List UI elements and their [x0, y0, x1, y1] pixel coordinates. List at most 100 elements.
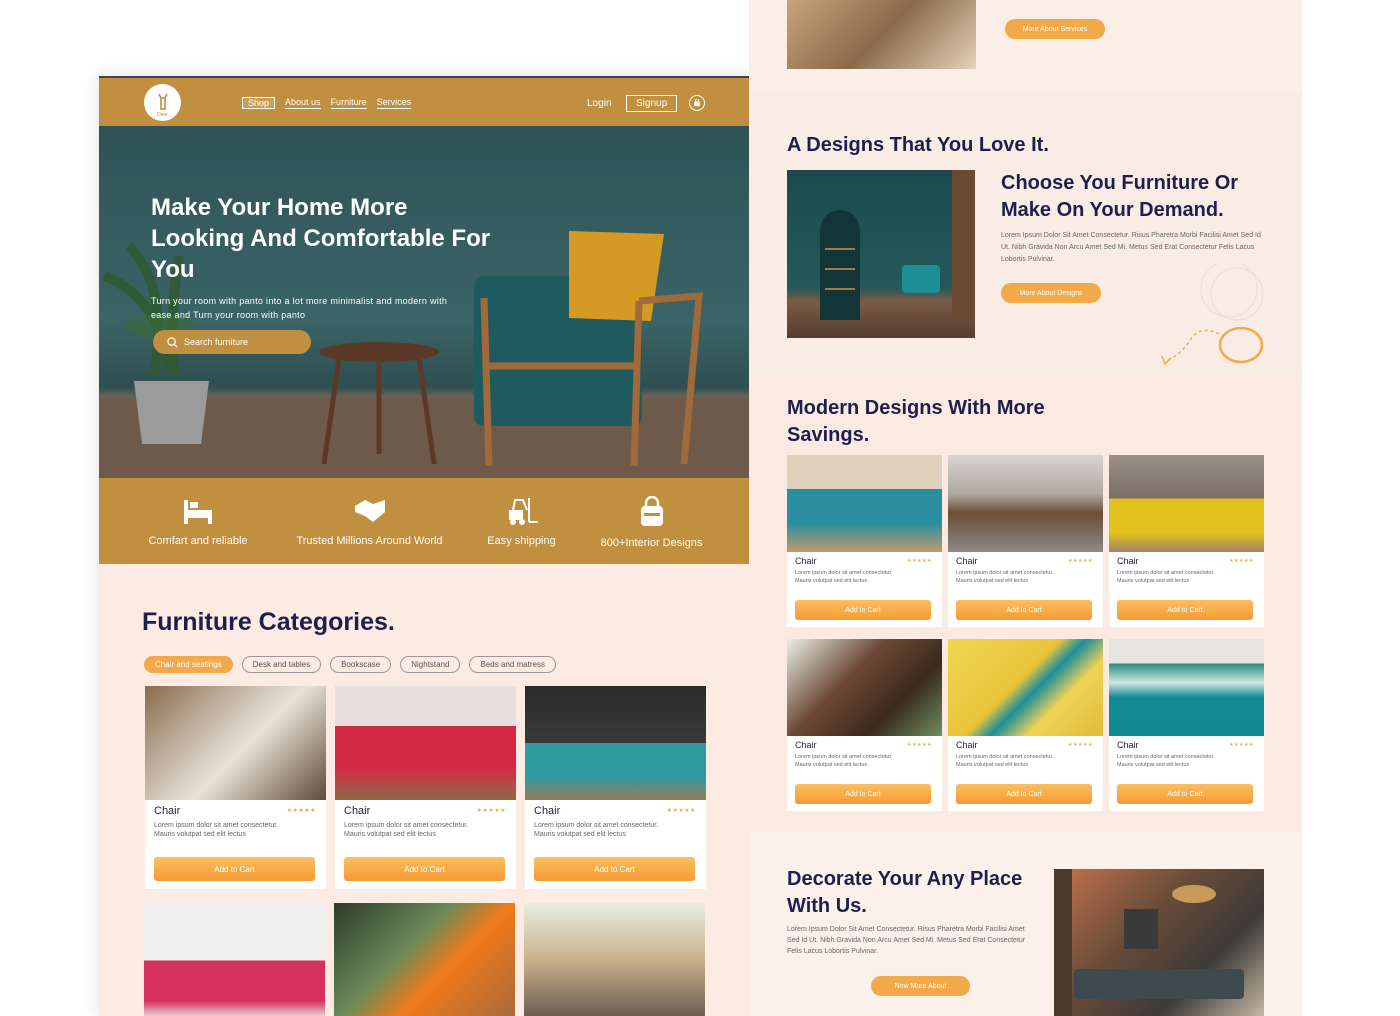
pill-beds-matress[interactable]: Beds and matress	[469, 656, 556, 673]
nav-link-services[interactable]: Services	[376, 97, 412, 109]
categories-title: Furniture Categories.	[142, 608, 395, 636]
product-card: Chair ★★★★★ Lorem ipsum dolor sit amet c…	[948, 455, 1103, 627]
add-to-cart-button[interactable]: Add to Cart	[1117, 784, 1253, 804]
decorate-image	[1054, 869, 1264, 1016]
nav-link-shop[interactable]: Shop	[242, 97, 276, 109]
navbar: Deer Shop About us Furniture Services Lo…	[99, 78, 752, 126]
product-description: Lorem ipsum dolor sit amet consectetur. …	[795, 754, 893, 768]
product-image	[948, 455, 1103, 552]
add-to-cart-button[interactable]: Add to Cart	[795, 600, 931, 620]
feature-shipping: Easy shipping	[479, 496, 564, 547]
designs-subheading: Choose You Furniture Or Make On Your Dem…	[1001, 172, 1239, 221]
product-description: Lorem ipsum dolor sit amet consectetur. …	[795, 570, 893, 584]
services-section: More About Services	[749, 0, 1302, 92]
rating-stars: ★★★★★	[476, 808, 506, 814]
product-image	[525, 686, 706, 800]
product-card: Chair ★★★★★ Lorem ipsum dolor sit amet c…	[335, 686, 516, 889]
add-to-cart-button[interactable]: Add to Cart	[956, 600, 1092, 620]
product-description: Lorem ipsum dolor sit amet consectetur. …	[1117, 754, 1215, 768]
product-description: Lorem ipsum dolor sit amet consectetur. …	[154, 822, 279, 838]
room-illustration	[820, 170, 975, 320]
product-card: Chair ★★★★★ Lorem ipsum dolor sit amet c…	[948, 639, 1103, 811]
product-name: Chair	[795, 556, 817, 566]
add-to-cart-button[interactable]: Add to Cart	[795, 784, 931, 804]
rating-stars: ★★★★★	[907, 742, 932, 748]
more-about-services-button[interactable]: More About Services	[1005, 19, 1105, 39]
product-image	[787, 639, 942, 736]
forklift-icon	[508, 498, 538, 525]
product-card: Chair ★★★★★ Lorem ipsum dolor sit amet c…	[787, 639, 942, 811]
pill-nightstand[interactable]: Nightstand	[400, 656, 461, 673]
category-filter: Chair and seatings Desk and tables Books…	[144, 656, 556, 673]
product-image[interactable]	[524, 903, 705, 1016]
product-name: Chair	[795, 740, 817, 750]
feature-designs: 800+Interior Designs	[594, 496, 709, 549]
signup-button[interactable]: Signup	[626, 95, 678, 112]
pill-bookcase[interactable]: Bookscase	[330, 656, 392, 673]
decorate-text: Lorem Ipsum Dolor Sit Amet Consectetur. …	[787, 926, 1026, 955]
add-to-cart-button[interactable]: Add to Cart	[534, 857, 695, 881]
product-image	[787, 455, 942, 552]
product-description: Lorem ipsum dolor sit amet consectetur. …	[1117, 570, 1215, 584]
rating-stars: ★★★★★	[1068, 558, 1093, 564]
product-name: Chair	[154, 805, 181, 817]
product-image[interactable]	[334, 903, 515, 1016]
product-image	[948, 639, 1103, 736]
search-icon	[167, 336, 178, 348]
bag-icon	[640, 496, 663, 526]
search-input[interactable]: Search furniture	[153, 330, 311, 354]
pill-desk-tables[interactable]: Desk and tables	[241, 656, 322, 673]
add-to-cart-button[interactable]: Add to Cart	[344, 857, 505, 881]
add-to-cart-button[interactable]: Add to Cart	[1117, 600, 1253, 620]
product-name: Chair	[956, 740, 978, 750]
deer-logo[interactable]: Deer	[144, 84, 181, 121]
rating-stars: ★★★★★	[907, 558, 932, 564]
rating-stars: ★★★★★	[666, 808, 696, 814]
decorative-arrow-doodle	[1161, 264, 1264, 366]
product-card: Chair ★★★★★ Lorem ipsum dolor sit amet c…	[787, 455, 942, 627]
rating-stars: ★★★★★	[286, 808, 316, 814]
designs-section: A Designs That You Love It. Choose You F…	[749, 92, 1302, 375]
add-to-cart-button[interactable]: Add to Cart	[956, 784, 1092, 804]
hero-title: Make Your Home More Looking And Comforta…	[151, 194, 491, 283]
product-name: Chair	[534, 805, 561, 817]
rating-stars: ★★★★★	[1229, 742, 1254, 748]
rating-stars: ★★★★★	[1229, 558, 1254, 564]
product-description: Lorem ipsum dolor sit amet consectetur. …	[956, 570, 1054, 584]
feature-label: Easy shipping	[487, 535, 556, 547]
pill-chair-seatings[interactable]: Chair and seatings	[144, 656, 233, 673]
login-link[interactable]: Login	[587, 98, 611, 109]
product-image	[145, 686, 326, 800]
feature-label: Comfart and reliable	[148, 535, 248, 547]
add-to-cart-button[interactable]: Add to Cart	[154, 857, 315, 881]
product-description: Lorem ipsum dolor sit amet consectetur. …	[956, 754, 1054, 768]
living-room-illustration	[1054, 869, 1244, 1016]
designs-image	[787, 170, 975, 338]
product-image[interactable]	[144, 903, 325, 1016]
product-image	[335, 686, 516, 800]
product-image	[1109, 639, 1264, 736]
now-more-about-button[interactable]: Now More About	[871, 976, 970, 996]
product-card: Chair ★★★★★ Lorem ipsum dolor sit amet c…	[145, 686, 326, 889]
landing-page-continued: More About Services A Designs That You L…	[749, 0, 1302, 1016]
logo-text: Deer	[157, 112, 168, 118]
product-name: Chair	[1117, 556, 1139, 566]
designs-heading: A Designs That You Love It.	[787, 134, 1049, 156]
designs-text: Lorem Ipsum Dolor Sit Amet Consectetur. …	[1001, 232, 1261, 263]
nav-links: Shop About us Furniture Services	[242, 97, 412, 109]
bed-icon	[184, 500, 212, 524]
nav-link-furniture[interactable]: Furniture	[330, 97, 367, 109]
hero-subtitle: Turn your room with panto into a lot mor…	[151, 296, 448, 320]
nav-link-about[interactable]: About us	[285, 97, 321, 109]
product-name: Chair	[1117, 740, 1139, 750]
more-about-designs-button[interactable]: More About Designs	[1001, 283, 1101, 303]
modern-designs-title: Modern Designs With More Savings.	[787, 397, 1045, 446]
shopping-bag-icon[interactable]	[689, 95, 705, 111]
feature-label: Trusted Millions Around World	[296, 535, 443, 547]
product-description: Lorem ipsum dolor sit amet consectetur. …	[344, 822, 469, 838]
product-card: Chair ★★★★★ Lorem ipsum dolor sit amet c…	[525, 686, 706, 889]
product-image	[1109, 455, 1264, 552]
deer-icon	[157, 93, 168, 110]
product-name: Chair	[344, 805, 371, 817]
decorate-title: Decorate Your Any Place With Us.	[787, 868, 1023, 917]
